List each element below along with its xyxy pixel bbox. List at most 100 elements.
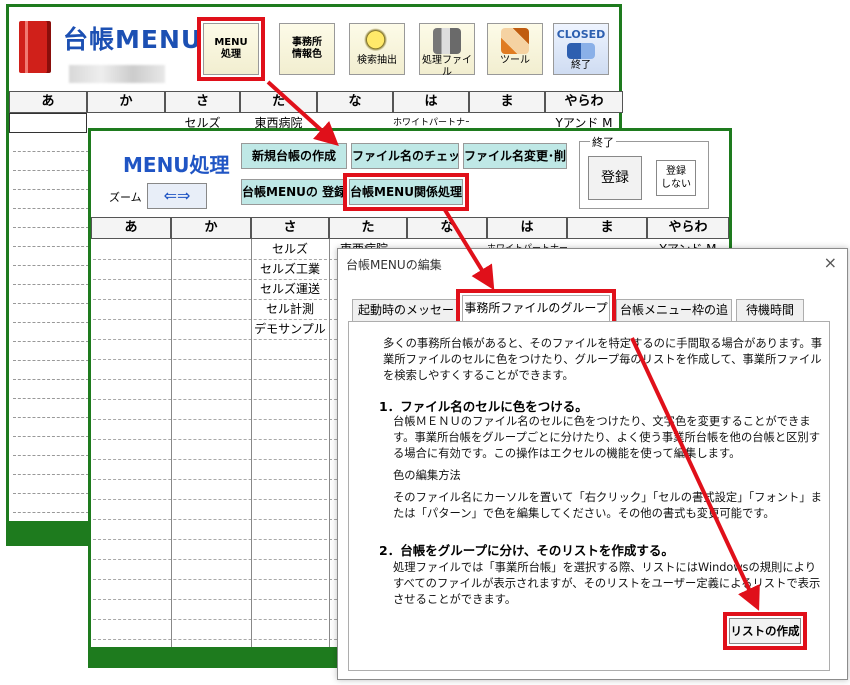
menu-process-label: MENU 処理: [214, 37, 248, 60]
list-item[interactable]: セルズ: [251, 239, 329, 259]
tools-label: ツール: [500, 55, 530, 66]
table-row: [13, 456, 89, 475]
table-row: [13, 361, 89, 380]
tab-startup-message[interactable]: 起動時のメッセージ: [352, 299, 460, 337]
no-register-button[interactable]: 登録 しない: [656, 160, 696, 196]
column-ha: は: [487, 217, 567, 239]
column-na: な: [407, 217, 487, 239]
list-item[interactable]: セルズ工業: [251, 259, 329, 279]
dialog-title: 台帳MENUの編集: [346, 258, 442, 272]
column-sa: さ: [165, 91, 240, 113]
person-file-icon: [433, 28, 461, 54]
column-ta: た: [240, 91, 317, 113]
grid-row-line: [93, 299, 337, 300]
table-row: [13, 323, 89, 342]
process-file-button[interactable]: 処理ファイル: [419, 23, 475, 78]
column-a: あ: [9, 91, 87, 113]
grid-row-line: [93, 579, 337, 580]
table-row: [13, 209, 89, 228]
color-method-body: そのファイル名にカーソルを置いて「右クリック」「セルの書式設定」「フォント」また…: [393, 491, 822, 520]
exit-group-label: 終了: [590, 134, 616, 150]
table-row: [13, 171, 89, 190]
grid-row-line: [93, 519, 337, 520]
column-ma: ま: [469, 91, 545, 113]
exit-button[interactable]: CLOSED 終了: [553, 23, 609, 75]
list-item[interactable]: セルズ運送: [251, 279, 329, 299]
grid-row-line: [93, 559, 337, 560]
table-row: [13, 437, 89, 456]
table-row: [13, 285, 89, 304]
ledger-menu-edit-dialog: 台帳MENUの編集 × 起動時のメッセージ 事務所ファイルのグループ分 台帳メニ…: [337, 248, 848, 680]
column-sa: さ: [251, 217, 329, 239]
exit-group: 終了 登録 登録 しない: [579, 134, 709, 209]
grid-row-line: [93, 499, 337, 500]
color-method-label: 色の編集方法: [393, 469, 461, 482]
grid-row-line: [93, 439, 337, 440]
tab-wait-time[interactable]: 待機時間: [736, 299, 804, 321]
section1-heading: 1．ファイル名のセルに色をつける。: [379, 399, 588, 414]
selected-cell[interactable]: [9, 113, 87, 133]
process-file-label: 処理ファイル: [422, 55, 472, 78]
zoom-label: ズーム: [109, 191, 142, 204]
grid-column-line: [329, 239, 330, 649]
grid-row-line: [93, 639, 337, 640]
column-na: な: [317, 91, 393, 113]
menu-related-process-button[interactable]: 台帳MENU関係処理: [343, 173, 469, 211]
grid-row-line: [93, 599, 337, 600]
back-column-header: あ か さ た な は ま やらわ: [9, 91, 623, 113]
section2-heading: 2．台帳をグループに分け、そのリストを作成する。: [379, 543, 674, 558]
mid-column-header: あ か さ た な は ま やらわ: [91, 217, 729, 239]
list-item[interactable]: デモサンプル: [251, 319, 329, 339]
column-yarawa: やらわ: [647, 217, 729, 239]
office-info-label: 事務所 情報色: [292, 37, 322, 60]
app-logo-title: 台帳MENU: [63, 25, 203, 54]
close-icon[interactable]: ×: [824, 253, 837, 272]
grid-row-line: [93, 339, 337, 340]
table-row: [13, 380, 89, 399]
search-extract-button[interactable]: 検索抽出: [349, 23, 405, 75]
office-info-button[interactable]: 事務所 情報色: [279, 23, 335, 75]
intro-text: 多くの事務所台帳があると、そのファイルを特定するのに手間取る場合があります。事業…: [383, 337, 823, 382]
column-ta: た: [329, 217, 407, 239]
tab-menu-frame-add[interactable]: 台帳メニュー枠の追加: [616, 299, 732, 337]
table-row: [13, 494, 89, 513]
column-ha: は: [393, 91, 469, 113]
tab-office-file-group[interactable]: 事務所ファイルのグループ分: [456, 289, 616, 339]
zoom-button[interactable]: ⇐⇒: [147, 183, 207, 209]
search-extract-label: 検索抽出: [357, 55, 397, 66]
file-name-check-button[interactable]: ファイル名のチェッ: [351, 143, 459, 169]
column-ma: ま: [567, 217, 647, 239]
grid-row-line: [93, 419, 337, 420]
table-row: [13, 399, 89, 418]
column-ka: か: [171, 217, 251, 239]
table-row: [13, 152, 89, 171]
tab-panel: 多くの事務所台帳があると、そのファイルを特定するのに手間取る場合があります。事業…: [348, 321, 830, 671]
menu-register-button[interactable]: 台帳MENUの 登録: [241, 179, 345, 205]
table-row: [13, 247, 89, 266]
magnifier-icon: [363, 28, 391, 54]
new-ledger-button[interactable]: 新規台帳の作成: [241, 143, 347, 169]
column-a: あ: [91, 217, 171, 239]
grid-row-line: [93, 259, 337, 260]
section1-body: 台帳ＭＥＮＵのファイル名のセルに色をつけたり、文字色を変更することができます。事…: [393, 415, 821, 460]
file-name-change-button[interactable]: ファイル名変更･削: [463, 143, 567, 169]
create-list-button[interactable]: リストの作成: [723, 612, 807, 650]
closed-exit-icon: [567, 43, 595, 59]
menu-process-button[interactable]: MENU 処理: [197, 17, 265, 81]
table-row: [13, 266, 89, 285]
closed-badge: CLOSED: [556, 28, 606, 41]
grid-row-line: [93, 319, 337, 320]
grid-row-line: [93, 459, 337, 460]
grid-row-line: [93, 539, 337, 540]
exit-label: 終了: [571, 60, 591, 71]
grid-row-line: [93, 279, 337, 280]
table-row: [13, 418, 89, 437]
register-button[interactable]: 登録: [588, 156, 642, 200]
column-yarawa: やらわ: [545, 91, 623, 113]
list-item[interactable]: セル計測: [251, 299, 329, 319]
tools-button[interactable]: ツール: [487, 23, 543, 75]
table-row: [13, 342, 89, 361]
column-ka: か: [87, 91, 165, 113]
menu-process-title: MENU処理: [123, 153, 230, 177]
table-row: [13, 304, 89, 323]
